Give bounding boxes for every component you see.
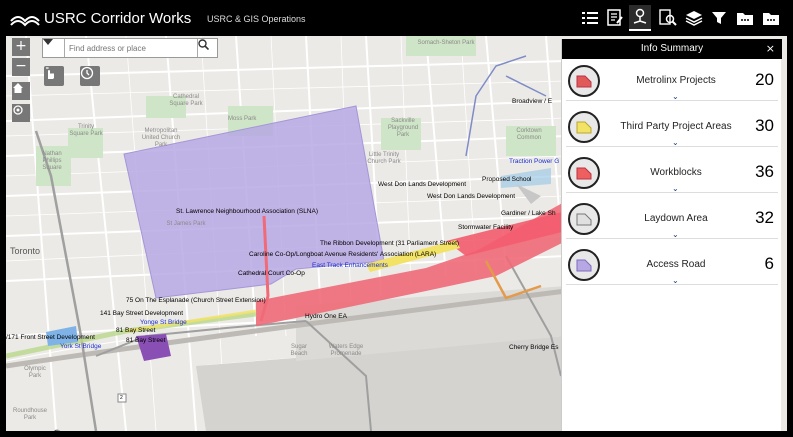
chevron-down-icon[interactable]: ⌄ (672, 138, 679, 147)
close-icon[interactable]: × (766, 39, 775, 59)
locate-button[interactable] (12, 104, 30, 122)
layers-icon[interactable] (683, 7, 705, 29)
summary-row-name: Workblocks (650, 167, 702, 178)
project-label-traction-power[interactable]: Traction Power G (509, 158, 559, 165)
legend-icon[interactable] (579, 7, 601, 29)
project-label-proposed-school[interactable]: Proposed School (482, 176, 532, 183)
map-label-olympic-park: Olympic Park (24, 366, 46, 379)
map-label-trinity-square: Trinity Square Park (69, 124, 103, 137)
summary-row-access-road[interactable]: Access Road 6 ⌄ (566, 245, 778, 285)
chevron-down-icon[interactable]: ⌄ (672, 230, 679, 239)
folder-icon[interactable] (760, 7, 782, 29)
query-icon[interactable] (657, 7, 679, 29)
app-frame: USRC Corridor Works USRC & GIS Operation… (0, 0, 793, 437)
search-icon (198, 39, 209, 50)
map-label-waters-edge: Waters Edge Promenade (328, 344, 364, 357)
project-label-81-bay-a[interactable]: 81 Bay Street (116, 327, 155, 334)
app-title: USRC Corridor Works (44, 10, 192, 27)
summary-row-count: 36 (755, 162, 774, 181)
summary-row-name: Metrolinx Projects (636, 75, 716, 86)
map-label-sugar-beach: Sugar Beach (290, 344, 308, 357)
map-label-metropolitan: Metropolitan United Church Park (141, 128, 181, 148)
project-label-west-don-2[interactable]: West Don Lands Development (427, 193, 515, 200)
zoom-in-button[interactable]: + (12, 38, 30, 56)
polygon-symbol-icon (568, 111, 600, 143)
polygon-symbol-icon (568, 249, 600, 281)
project-label-141-bay[interactable]: 141 Bay Street Development (100, 310, 183, 317)
info-summary-panel: Info Summary × Metrolinx Projects 20 ⌄ T… (561, 39, 782, 431)
summary-row-workblocks[interactable]: Workblocks 36 ⌄ (566, 153, 778, 193)
polygon-symbol-icon (568, 65, 600, 97)
summary-row-metrolinx[interactable]: Metrolinx Projects 20 ⌄ (566, 61, 778, 101)
filter-icon[interactable] (708, 7, 730, 29)
search-widget (42, 38, 218, 58)
chevron-down-icon[interactable]: ⌄ (672, 92, 679, 101)
project-label-171-front[interactable]: /171 Front Street Development (6, 334, 95, 341)
summary-row-name: Laydown Area (644, 213, 708, 224)
app-subtitle: USRC & GIS Operations (207, 14, 306, 24)
map-label-moss-park: Moss Park (228, 116, 257, 122)
project-label-81-bay-b[interactable]: 81 Bay Street (126, 337, 165, 344)
app-header: USRC Corridor Works USRC & GIS Operation… (0, 0, 793, 36)
summary-row-name: Third Party Project Areas (620, 121, 732, 132)
project-label-slna[interactable]: St. Lawrence Neighbourhood Association (… (176, 208, 318, 215)
layer-list-icon[interactable] (604, 7, 626, 29)
project-label-esplanade[interactable]: 75 On The Esplanade (Church Street Exten… (126, 297, 266, 304)
chevron-down-icon[interactable]: ⌄ (672, 276, 679, 285)
panel-title: Info Summary (562, 39, 782, 59)
chevron-down-icon[interactable]: ⌄ (672, 184, 679, 193)
map-label-corktown: Corktown Common (516, 128, 542, 141)
summary-row-count: 6 (764, 254, 774, 273)
polygon-symbol-icon (568, 203, 600, 235)
usrc-logo-icon (10, 16, 40, 27)
summary-row-count: 30 (755, 116, 774, 135)
project-label-west-don-1[interactable]: West Don Lands Development (378, 181, 466, 188)
map-label-st-james-park: St James Park (166, 221, 206, 227)
project-label-stormwater[interactable]: Stormwater Facility (458, 224, 513, 231)
map-label-somach: Somach-Sheton Park (417, 40, 475, 46)
map-label-cathedral-square: Cathedral Square Park (169, 94, 203, 107)
summary-row-third-party[interactable]: Third Party Project Areas 30 ⌄ (566, 107, 778, 147)
route-shield-label: 2 (120, 395, 123, 401)
home-icon (13, 83, 23, 93)
project-label-broadview[interactable]: Broadview / E (512, 98, 552, 105)
search-input[interactable] (69, 41, 193, 55)
home-button[interactable] (12, 82, 30, 100)
map-label-nathan-phillips: Nathan Phillips Square (42, 151, 62, 171)
summary-row-laydown[interactable]: Laydown Area 32 ⌄ (566, 199, 778, 239)
polygon-symbol-icon (568, 157, 600, 189)
zoom-out-button[interactable]: − (12, 58, 30, 76)
search-source-dropdown[interactable] (43, 39, 65, 57)
map-label-roundhouse: Roundhouse Park (12, 408, 48, 421)
project-label-cathedral-court[interactable]: Cathedral Court Co-Op (238, 270, 305, 277)
project-label-cherry-bridge[interactable]: Cherry Bridge Es (509, 344, 559, 351)
info-summary-icon[interactable] (629, 5, 651, 31)
search-button[interactable] (197, 39, 217, 57)
project-label-yonge-bridge[interactable]: Yonge St Bridge (140, 319, 187, 326)
map-label-sackville: Sackville Playground Park (387, 118, 419, 138)
time-slider-button[interactable] (80, 66, 100, 86)
project-label-ribbon[interactable]: The Ribbon Development (31 Parliament St… (320, 240, 459, 247)
summary-row-count: 32 (755, 208, 774, 227)
pointer-hand-icon (46, 67, 54, 79)
chevron-down-icon (43, 39, 53, 45)
project-label-hydro-one[interactable]: Hydro One EA (305, 313, 347, 320)
clock-icon (80, 66, 94, 80)
project-label-caroline[interactable]: Caroline Co-Op/Longboat Avenue Residents… (249, 251, 436, 258)
summary-row-count: 20 (755, 70, 774, 89)
folder-icon[interactable] (734, 7, 756, 29)
project-label-east-track[interactable]: East Track Enhancements (312, 262, 388, 269)
project-label-york-bridge[interactable]: York St Bridge (60, 343, 101, 350)
route-shield-label: 2 (55, 430, 58, 431)
summary-row-name: Access Road (646, 259, 706, 270)
identify-button[interactable] (44, 66, 64, 86)
map-label-toronto: Toronto (10, 246, 41, 256)
project-label-gardiner[interactable]: Gardiner / Lake Sh (501, 210, 556, 217)
locate-icon (13, 105, 23, 115)
map-label-little-trinity: Little Trinity Church Park (367, 152, 401, 165)
